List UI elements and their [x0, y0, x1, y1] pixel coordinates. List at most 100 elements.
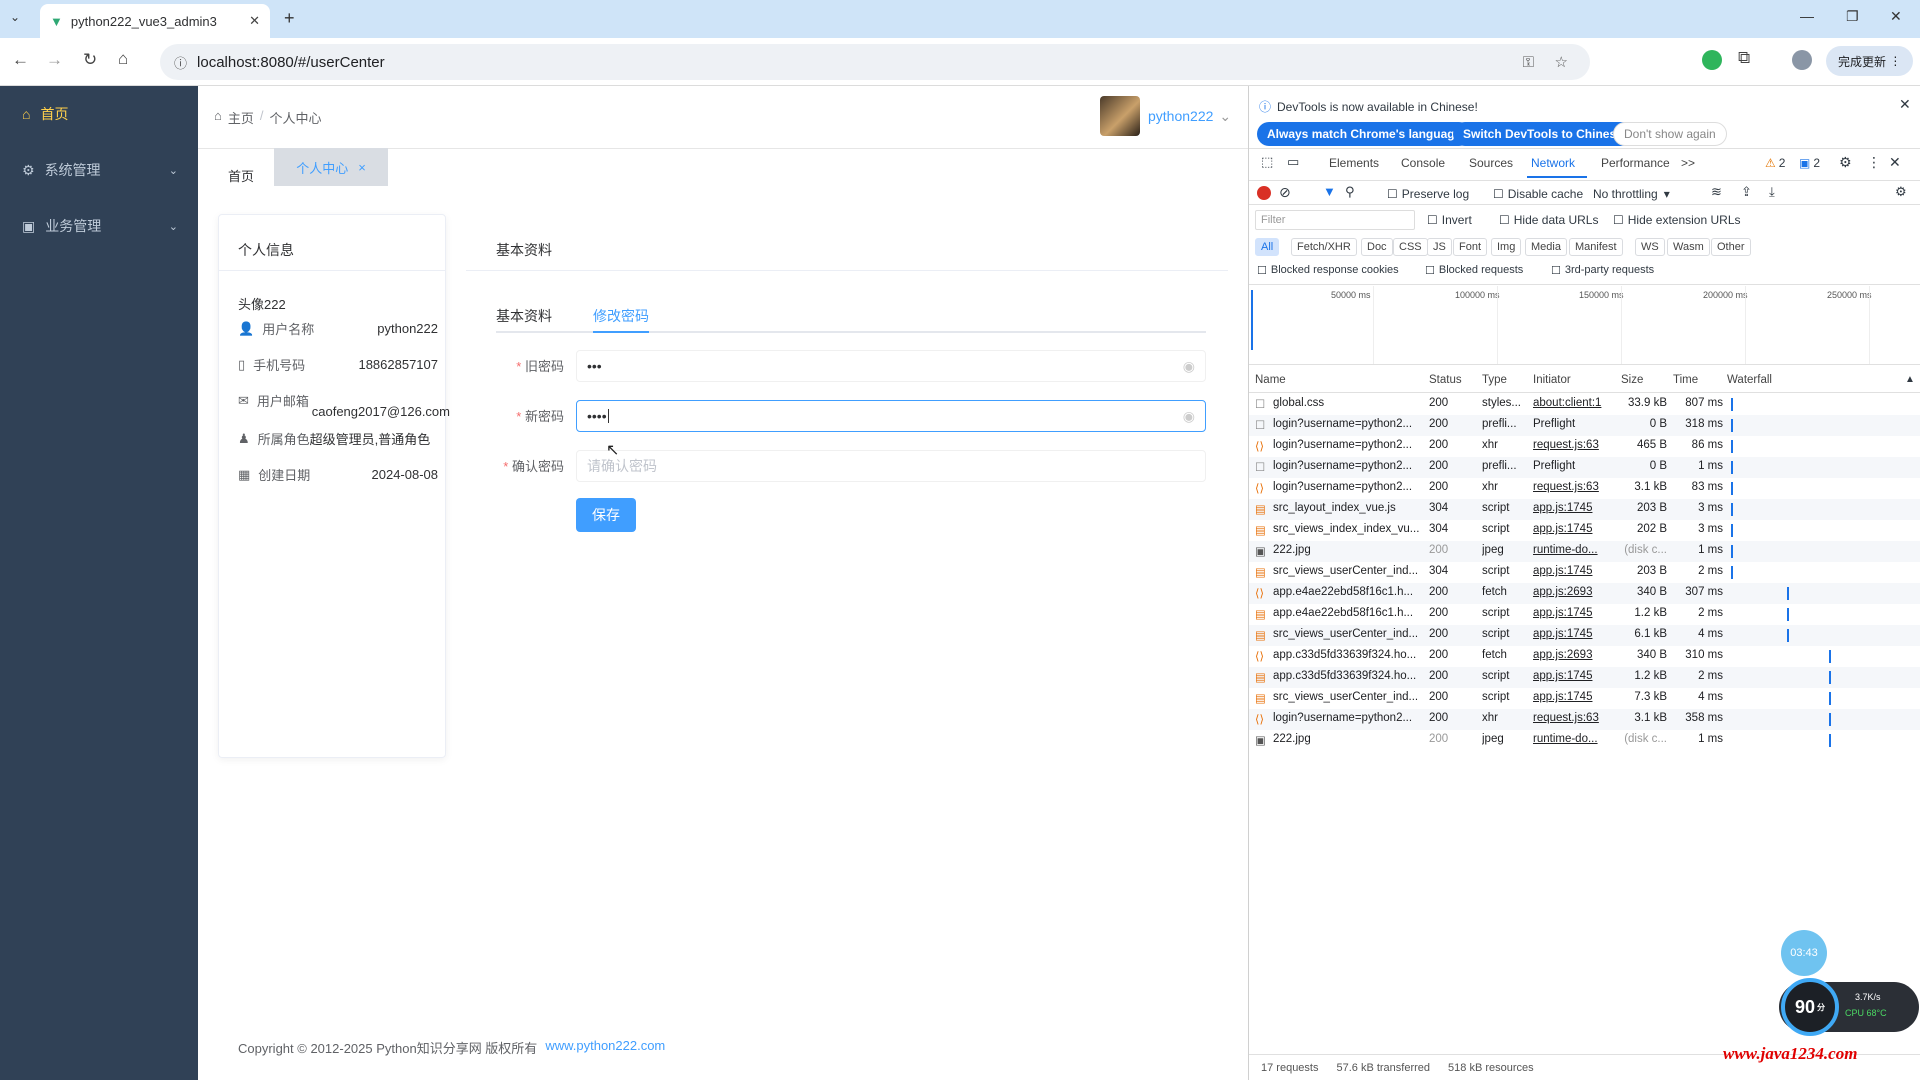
table-row[interactable]: ⟨⟩ login?username=python2... 200 xhr request…	[1249, 436, 1920, 457]
new-tab-icon[interactable]: +	[284, 8, 295, 29]
clear-icon[interactable]: ⊘	[1279, 184, 1291, 201]
filter-funnel-icon[interactable]: ▼	[1323, 184, 1336, 199]
inspect-icon[interactable]: ⬚	[1261, 154, 1273, 170]
tab-performance[interactable]: Performance	[1601, 156, 1670, 170]
sidebar-item-home[interactable]: ⌂ 首页	[0, 86, 198, 142]
old-password-input[interactable]: ••• ◉	[576, 350, 1206, 382]
tab-change-password[interactable]: 修改密码	[593, 306, 649, 326]
minimize-icon[interactable]: —	[1800, 8, 1814, 24]
table-row[interactable]: ⟨⟩ login?username=python2... 200 xhr request…	[1249, 478, 1920, 499]
table-row[interactable]: ☐ global.css 200 styles... about:client:1 33.…	[1249, 394, 1920, 415]
record-icon[interactable]	[1257, 186, 1271, 200]
cell-initiator[interactable]: request.js:63	[1533, 481, 1613, 493]
profile-avatar-icon[interactable]	[1792, 50, 1812, 70]
table-row[interactable]: ☐ login?username=python2... 200 prefli... Pr…	[1249, 415, 1920, 436]
search-icon[interactable]: ⚲	[1345, 184, 1355, 200]
chip-other[interactable]: Other	[1711, 238, 1751, 256]
devtools-close-icon[interactable]: ✕	[1889, 154, 1901, 171]
preserve-log-checkbox[interactable]: ☐ Preserve log	[1387, 187, 1469, 201]
update-button[interactable]: 完成更新 ⋮	[1826, 46, 1914, 76]
password-key-icon[interactable]: ⚿	[1523, 54, 1534, 71]
browser-tab[interactable]: ▼ python222_vue3_admin3 ✕	[40, 4, 270, 38]
network-settings-icon[interactable]: ⚙	[1895, 184, 1907, 200]
back-icon[interactable]: ←	[12, 50, 29, 70]
footer-link[interactable]: www.python222.com	[545, 1038, 665, 1057]
table-row[interactable]: ⟨⟩ login?username=python2... 200 xhr request…	[1249, 709, 1920, 730]
cell-initiator[interactable]: app.js:2693	[1533, 586, 1613, 598]
tab-basic-info[interactable]: 基本资料	[496, 306, 552, 326]
message-badge[interactable]: ▣ 2	[1799, 156, 1820, 170]
cell-initiator[interactable]: app.js:1745	[1533, 607, 1613, 619]
cell-initiator[interactable]: about:client:1	[1533, 397, 1613, 409]
chip-js[interactable]: JS	[1427, 238, 1452, 256]
hide-extension-urls-checkbox[interactable]: ☐ Hide extension URLs	[1613, 213, 1741, 227]
sidebar-item-system[interactable]: ⚙ 系统管理 ⌄	[0, 142, 198, 198]
chip-font[interactable]: Font	[1453, 238, 1488, 256]
more-tabs-icon[interactable]: >>	[1681, 156, 1695, 170]
chip-ws[interactable]: WS	[1635, 238, 1665, 256]
table-row[interactable]: ▤ src_layout_index_vue.js 304 script app.js:…	[1249, 499, 1920, 520]
confirm-password-input[interactable]: 请确认密码	[576, 450, 1206, 482]
chip-wasm[interactable]: Wasm	[1667, 238, 1710, 256]
invert-checkbox[interactable]: ☐ Invert	[1427, 213, 1472, 227]
table-row[interactable]: ⟨⟩ app.c33d5fd33639f324.ho... 200 fetch app.…	[1249, 646, 1920, 667]
dont-show-button[interactable]: Don't show again	[1613, 122, 1727, 146]
url-bar[interactable]: ⓘ localhost:8080/#/userCenter ⚿ ☆	[160, 44, 1590, 80]
eye-icon[interactable]: ◉	[1183, 358, 1195, 375]
kebab-menu-icon[interactable]: ⋮	[1867, 154, 1881, 171]
tab-elements[interactable]: Elements	[1329, 156, 1379, 170]
column-status[interactable]: Status	[1429, 374, 1462, 386]
switch-chinese-button[interactable]: Switch DevTools to Chinese	[1453, 122, 1633, 146]
tag-user-center[interactable]: 个人中心 ×	[274, 148, 388, 186]
extension-shield-icon[interactable]	[1702, 50, 1722, 70]
avatar[interactable]	[1100, 96, 1140, 136]
chip-manifest[interactable]: Manifest	[1569, 238, 1623, 256]
tab-list-chevron-icon[interactable]: ⌄	[10, 10, 20, 24]
save-button[interactable]: 保存	[576, 498, 636, 532]
tab-close-icon[interactable]: ✕	[249, 13, 260, 29]
chip-fetch-xhr[interactable]: Fetch/XHR	[1291, 238, 1357, 256]
column-time[interactable]: Time	[1673, 374, 1698, 386]
always-match-button[interactable]: Always match Chrome's language	[1257, 122, 1472, 146]
table-row[interactable]: ▣ 222.jpg 200 jpeg runtime-do... (disk c... 1 …	[1249, 541, 1920, 562]
site-info-icon[interactable]: ⓘ	[174, 53, 187, 72]
chip-css[interactable]: CSS	[1393, 238, 1428, 256]
column-initiator[interactable]: Initiator	[1533, 374, 1571, 386]
cell-initiator[interactable]: app.js:1745	[1533, 670, 1613, 682]
cell-initiator[interactable]: app.js:1745	[1533, 502, 1613, 514]
cell-initiator[interactable]: runtime-do...	[1533, 733, 1613, 745]
cell-initiator[interactable]: runtime-do...	[1533, 544, 1613, 556]
table-row[interactable]: ▤ app.e4ae22ebd58f16c1.h... 200 script app.j…	[1249, 604, 1920, 625]
cell-initiator[interactable]: app.js:2693	[1533, 649, 1613, 661]
download-icon[interactable]: ⤓	[1769, 184, 1775, 200]
third-party-checkbox[interactable]: ☐ 3rd-party requests	[1551, 264, 1654, 277]
clock-bubble[interactable]: 03:43	[1781, 930, 1827, 976]
hide-data-urls-checkbox[interactable]: ☐ Hide data URLs	[1499, 213, 1598, 227]
tab-console[interactable]: Console	[1401, 156, 1445, 170]
cell-initiator[interactable]: request.js:63	[1533, 439, 1613, 451]
disable-cache-checkbox[interactable]: ☐ Disable cache	[1493, 187, 1583, 201]
restore-icon[interactable]: ❐	[1846, 8, 1859, 25]
column-size[interactable]: Size	[1621, 374, 1643, 386]
warning-badge[interactable]: ⚠ 2	[1765, 156, 1785, 170]
new-password-input[interactable]: •••• ◉	[576, 400, 1206, 432]
table-row[interactable]: ⟨⟩ app.e4ae22ebd58f16c1.h... 200 fetch app.j…	[1249, 583, 1920, 604]
wifi-icon[interactable]: ≋	[1711, 184, 1722, 200]
extensions-puzzle-icon[interactable]: ⧉	[1738, 48, 1750, 68]
bookmark-star-icon[interactable]: ☆	[1555, 53, 1568, 71]
user-dropdown[interactable]: python222 ⌄	[1148, 108, 1231, 125]
chip-media[interactable]: Media	[1525, 238, 1567, 256]
blocked-cookies-checkbox[interactable]: ☐ Blocked response cookies	[1257, 264, 1399, 277]
sidebar-item-business[interactable]: ▣ 业务管理 ⌄	[0, 198, 198, 254]
tag-home[interactable]: 首页	[220, 158, 262, 192]
breadcrumb-home[interactable]: 主页	[228, 108, 254, 127]
column-waterfall[interactable]: Waterfall	[1727, 374, 1772, 386]
timeline-overview[interactable]: 50000 ms 100000 ms 150000 ms 200000 ms 2…	[1249, 286, 1920, 364]
table-row[interactable]: ▤ src_views_userCenter_ind... 304 script app…	[1249, 562, 1920, 583]
cell-initiator[interactable]: app.js:1745	[1533, 691, 1613, 703]
blocked-requests-checkbox[interactable]: ☐ Blocked requests	[1425, 264, 1523, 277]
table-row[interactable]: ☐ login?username=python2... 200 prefli... Pr…	[1249, 457, 1920, 478]
cell-initiator[interactable]: request.js:63	[1533, 712, 1613, 724]
home-browser-icon[interactable]: ⌂	[118, 49, 128, 69]
table-row[interactable]: ▤ src_views_userCenter_ind... 200 script app…	[1249, 625, 1920, 646]
